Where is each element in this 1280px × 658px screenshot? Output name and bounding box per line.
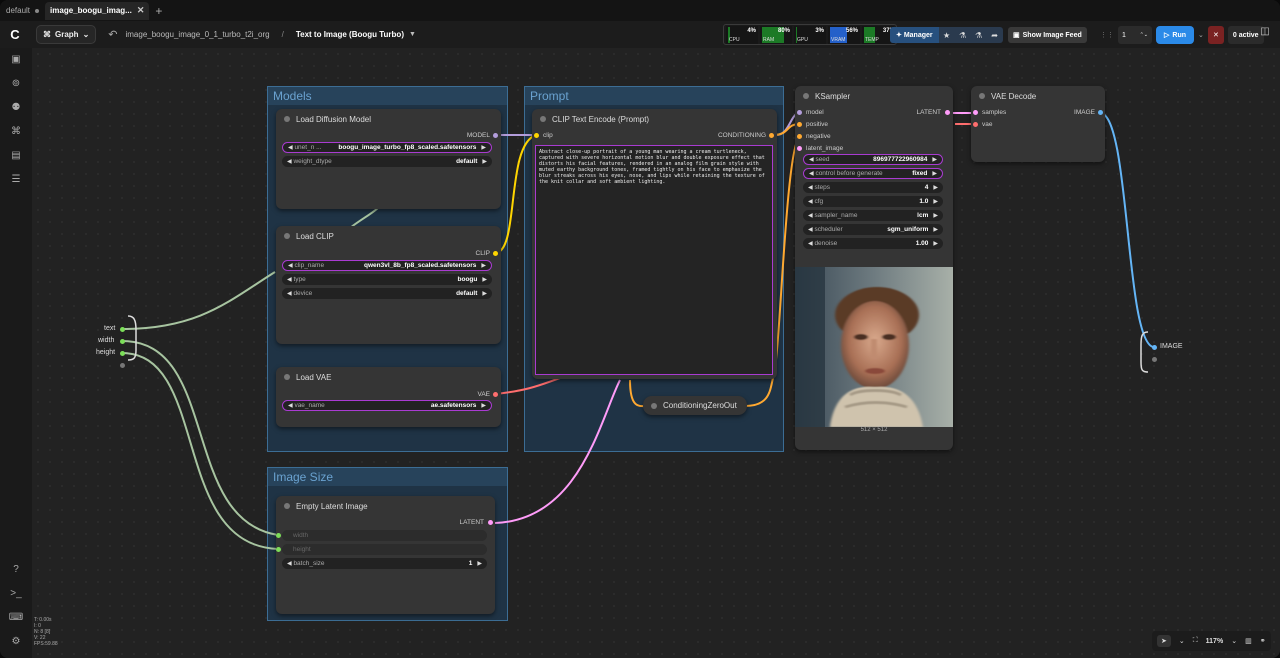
- weight-dtype-widget[interactable]: ◀ weight_dtype default ▶: [282, 156, 492, 167]
- collapse-dot-icon[interactable]: [803, 93, 809, 99]
- input-label-clip: clip: [543, 132, 553, 139]
- image-size-caption: 512 × 512: [860, 427, 888, 433]
- denoise-widget[interactable]: ◀ denoise 1.00 ▶: [803, 238, 943, 249]
- reroute-socket[interactable]: [1152, 357, 1157, 362]
- steps-widget[interactable]: ◀ steps 4 ▶: [803, 182, 943, 193]
- wire-height: [121, 352, 279, 550]
- collapse-dot-icon[interactable]: [979, 93, 985, 99]
- node-load-clip[interactable]: Load CLIP: [276, 226, 501, 344]
- clip-device-widget[interactable]: ◀ device default ▶: [282, 288, 492, 299]
- collapse-dot-icon[interactable]: [284, 116, 290, 122]
- reroute-label-width: width: [98, 337, 115, 344]
- pointer-icon[interactable]: ➤: [1157, 635, 1171, 647]
- prompt-textarea[interactable]: Abstract close-up portrait of a young ma…: [535, 145, 773, 375]
- output-label-image: IMAGE: [1074, 109, 1095, 116]
- input-label-model: model: [806, 109, 824, 116]
- output-socket-clip[interactable]: [493, 251, 498, 256]
- reroute-socket[interactable]: [120, 363, 125, 368]
- scheduler-widget[interactable]: ◀ scheduler sgm_uniform ▶: [803, 224, 943, 235]
- node-title: CLIP Text Encode (Prompt): [552, 114, 650, 124]
- output-socket-latent[interactable]: [488, 520, 493, 525]
- output-label-clip: CLIP: [475, 250, 490, 257]
- input-label-vae: vae: [982, 121, 993, 128]
- reroute-label-text: text: [104, 325, 116, 332]
- node-conditioning-zero-out[interactable]: ConditioningZeroOut: [643, 396, 747, 415]
- app-window: default image_boogu_imag... ✕ + C ⌘ Graph ⌄…: [0, 0, 1280, 658]
- wire-image: [1099, 112, 1154, 348]
- render-info: T: 0.00s I: 0 N: 8 [8] V: 22 FPS:59.88: [34, 617, 58, 647]
- reroute-socket[interactable]: [120, 327, 125, 332]
- chevron-down-icon[interactable]: ⌄: [1231, 637, 1237, 645]
- collapse-dot-icon[interactable]: [284, 503, 290, 509]
- collapse-dot-icon[interactable]: [540, 116, 546, 122]
- wire-width: [121, 340, 279, 536]
- collapse-dot-icon[interactable]: [284, 374, 290, 380]
- input-socket-clip[interactable]: [534, 133, 539, 138]
- reroute-socket[interactable]: [1152, 345, 1157, 350]
- node-title: ConditioningZeroOut: [663, 401, 737, 410]
- input-socket-positive[interactable]: [797, 122, 802, 127]
- input-socket-model[interactable]: [797, 110, 802, 115]
- node-title: Load VAE: [296, 372, 332, 382]
- output-socket-vae[interactable]: [493, 392, 498, 397]
- output-label-latent: LATENT: [459, 519, 484, 526]
- sampler-name-widget[interactable]: ◀ sampler_name lcm ▶: [803, 210, 943, 221]
- node-title: Load CLIP: [296, 231, 334, 241]
- cfg-widget[interactable]: ◀ cfg 1.0 ▶: [803, 196, 943, 207]
- input-label-positive: positive: [806, 121, 829, 128]
- output-reroute-label: IMAGE: [1160, 343, 1183, 350]
- input-label-negative: negative: [806, 133, 831, 140]
- wire-vae-a: [495, 377, 561, 395]
- input-label-samples: samples: [982, 109, 1007, 116]
- minimap-icon[interactable]: ▥: [1245, 637, 1252, 645]
- node-title: Load Diffusion Model: [296, 114, 372, 124]
- canvas-controls: ➤ ⌄ ⛶ 117% ⌄ ▥ ⚭: [1152, 631, 1271, 651]
- collapse-dot-icon[interactable]: [651, 402, 657, 409]
- input-socket-vae[interactable]: [973, 122, 978, 127]
- zoom-level[interactable]: 117%: [1206, 638, 1224, 645]
- node-empty-latent-image[interactable]: Empty Latent Image: [276, 496, 495, 614]
- collapse-dot-icon[interactable]: [284, 233, 290, 239]
- wire-latent: [494, 379, 621, 524]
- wire-text: [121, 271, 276, 330]
- node-title: KSampler: [815, 91, 851, 101]
- wire-clip: [494, 134, 537, 254]
- batch-size-widget[interactable]: ◀ batch_size 1 ▶: [282, 558, 487, 569]
- height-widget[interactable]: height: [282, 544, 487, 555]
- links-icon[interactable]: ⚭: [1260, 637, 1266, 645]
- node-title: Empty Latent Image: [296, 501, 368, 511]
- output-socket-conditioning[interactable]: [769, 133, 774, 138]
- output-label-conditioning: CONDITIONING: [717, 132, 766, 139]
- output-socket-image[interactable]: [1098, 110, 1103, 115]
- output-socket-model[interactable]: [493, 133, 498, 138]
- input-label-latent-image: latent_image: [806, 145, 844, 152]
- reroute-socket[interactable]: [120, 339, 125, 344]
- clip-name-widget[interactable]: ◀ clip_name qwen3vl_8b_fp8_scaled.safeten…: [282, 260, 492, 271]
- output-label-model: MODEL: [466, 132, 490, 139]
- output-socket-latent[interactable]: [945, 110, 950, 115]
- clip-type-widget[interactable]: ◀ type boogu ▶: [282, 274, 492, 285]
- reroute-label-height: height: [96, 349, 116, 356]
- input-socket-negative[interactable]: [797, 134, 802, 139]
- wire-zero-out: [744, 377, 774, 407]
- node-title: VAE Decode: [991, 91, 1037, 101]
- input-socket-width[interactable]: [276, 533, 281, 538]
- unet-name-widget[interactable]: ◀ unet_n ... boogu_image_turbo_fp8_scaled…: [282, 142, 492, 153]
- control-before-generate-widget[interactable]: ◀ control before generate fixed ▶: [803, 168, 943, 179]
- output-label-vae: VAE: [477, 391, 490, 398]
- input-socket-samples[interactable]: [973, 110, 978, 115]
- input-socket-latent-image[interactable]: [797, 146, 802, 151]
- chevron-down-icon[interactable]: ⌄: [1179, 637, 1185, 645]
- generated-image-preview[interactable]: [795, 267, 953, 427]
- width-widget[interactable]: width: [282, 530, 487, 541]
- reroute-socket[interactable]: [120, 351, 125, 356]
- output-label-latent: LATENT: [916, 109, 941, 116]
- input-socket-height[interactable]: [276, 547, 281, 552]
- wire-text-hidden: [349, 207, 379, 229]
- fit-view-icon[interactable]: ⛶: [1193, 637, 1198, 645]
- vae-name-widget[interactable]: ◀ vae_name ae.safetensors ▶: [282, 400, 492, 411]
- seed-widget[interactable]: ◀ seed 896977722960984 ▶: [803, 154, 943, 165]
